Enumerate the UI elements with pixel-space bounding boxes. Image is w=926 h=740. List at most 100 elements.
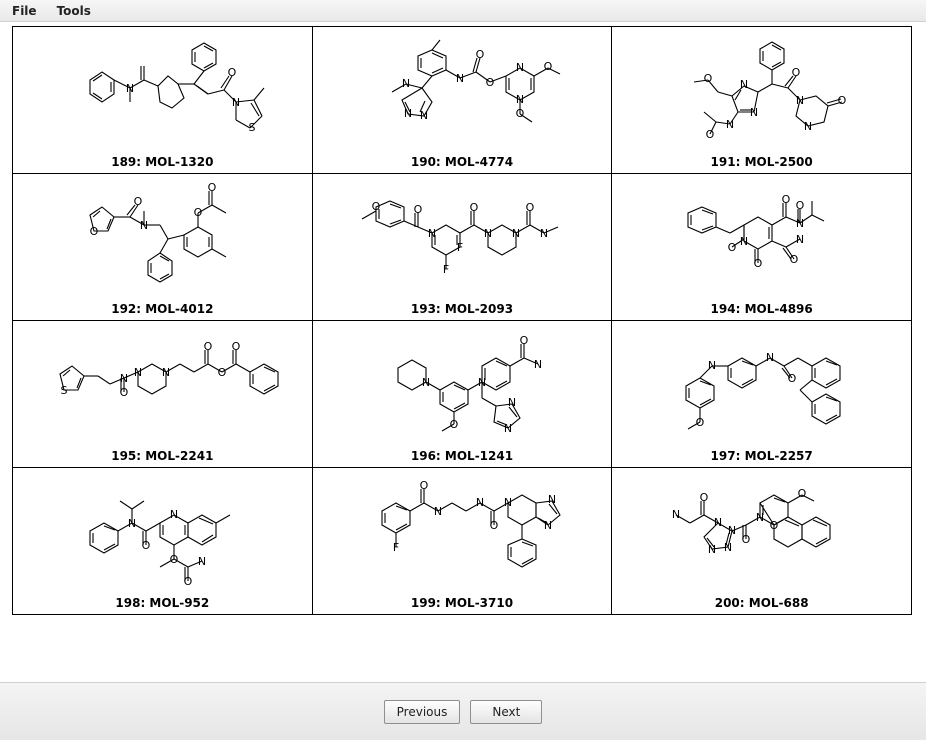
svg-text:N: N — [516, 61, 524, 74]
svg-text:N: N — [796, 94, 804, 107]
molecule-cell[interactable]: NNNNN N OOOO 200: MOL-688 — [612, 468, 912, 615]
svg-text:N: N — [422, 376, 430, 389]
previous-button[interactable]: Previous — [384, 700, 461, 724]
molecule-cell[interactable]: NOO NNN NN OO 190: MOL-4774 — [312, 27, 612, 174]
svg-text:O: O — [544, 60, 553, 73]
molecule-structure: NNN OOO — [13, 468, 312, 594]
svg-text:O: O — [184, 575, 193, 588]
svg-text:N: N — [714, 516, 722, 529]
svg-text:N: N — [672, 508, 680, 521]
svg-text:N: N — [170, 508, 178, 521]
svg-text:O: O — [218, 366, 227, 379]
molecule-structure: OOO NO — [13, 174, 312, 300]
svg-text:O: O — [526, 201, 535, 214]
molecule-cell[interactable]: S NNN OOOO 195: MOL-2241 — [13, 321, 313, 468]
svg-text:F: F — [393, 541, 399, 554]
svg-text:N: N — [232, 96, 240, 109]
svg-text:O: O — [120, 386, 129, 399]
svg-text:N: N — [508, 396, 516, 409]
molecule-label: 199: MOL-3710 — [313, 594, 612, 612]
svg-text:O: O — [142, 539, 151, 552]
svg-text:N: N — [724, 541, 732, 554]
svg-text:O: O — [372, 200, 381, 213]
svg-text:O: O — [791, 66, 800, 79]
svg-text:N: N — [198, 555, 206, 568]
svg-text:N: N — [804, 120, 812, 133]
svg-text:O: O — [476, 48, 485, 61]
svg-text:O: O — [795, 199, 804, 212]
svg-text:O: O — [741, 533, 750, 546]
molecule-structure: NNN NN OO OO — [612, 27, 911, 153]
svg-text:O: O — [520, 334, 529, 347]
svg-text:O: O — [837, 94, 846, 107]
svg-text:N: N — [756, 511, 764, 524]
svg-text:N: N — [796, 233, 804, 246]
svg-text:O: O — [134, 195, 143, 208]
svg-text:N: N — [428, 227, 436, 240]
svg-text:O: O — [490, 519, 499, 532]
svg-text:O: O — [204, 340, 213, 353]
molecule-label: 200: MOL-688 — [612, 594, 911, 612]
molecule-structure: F NNN NN OO — [313, 468, 612, 594]
svg-text:O: O — [228, 66, 237, 79]
svg-text:N: N — [516, 93, 524, 106]
svg-text:N: N — [420, 109, 428, 122]
molecule-cell[interactable]: ONNS 189: MOL-1320 — [13, 27, 313, 174]
svg-text:N: N — [434, 505, 442, 518]
svg-text:N: N — [504, 422, 512, 435]
svg-text:O: O — [789, 253, 798, 266]
svg-text:O: O — [753, 257, 762, 270]
molecule-cell[interactable]: OOO NO 192: MOL-4012 — [13, 174, 313, 321]
svg-text:N: N — [512, 227, 520, 240]
menu-tools[interactable]: Tools — [49, 2, 99, 20]
molecule-cell[interactable]: NNN OOOOO 194: MOL-4896 — [612, 174, 912, 321]
molecule-structure: NNN NN OO — [313, 321, 612, 447]
molecule-structure: OOOO NNNN FF — [313, 174, 612, 300]
molecule-cell[interactable]: NNN NN OO 196: MOL-1241 — [312, 321, 612, 468]
svg-text:O: O — [194, 206, 203, 219]
molecule-cell[interactable]: OOOO NNNN FF 193: MOL-2093 — [312, 174, 612, 321]
svg-text:N: N — [708, 359, 716, 372]
molecule-label: 196: MOL-1241 — [313, 447, 612, 465]
svg-text:O: O — [486, 76, 495, 89]
molecule-cell[interactable]: NNN OOO 198: MOL-952 — [13, 468, 313, 615]
svg-text:N: N — [402, 77, 410, 90]
svg-text:N: N — [478, 376, 486, 389]
svg-text:N: N — [504, 496, 512, 509]
svg-text:S: S — [249, 121, 256, 134]
svg-text:O: O — [787, 372, 796, 385]
svg-text:O: O — [420, 479, 429, 492]
svg-text:O: O — [208, 181, 217, 194]
menu-file[interactable]: File — [4, 2, 45, 20]
svg-text:N: N — [766, 351, 774, 364]
molecule-label: 198: MOL-952 — [13, 594, 312, 612]
svg-text:N: N — [728, 524, 736, 537]
svg-text:O: O — [727, 241, 736, 254]
svg-text:O: O — [90, 225, 99, 238]
svg-text:O: O — [516, 107, 525, 120]
svg-text:O: O — [703, 72, 712, 85]
molecule-structure: NOO NNN NN OO — [313, 27, 612, 153]
molecule-cell[interactable]: F NNN NN OO 199: MOL-3710 — [312, 468, 612, 615]
svg-text:N: N — [404, 107, 412, 120]
svg-text:N: N — [134, 366, 142, 379]
svg-text:N: N — [740, 78, 748, 91]
molecule-label: 191: MOL-2500 — [612, 153, 911, 171]
svg-text:O: O — [695, 416, 704, 429]
molecule-structure: N N O O — [612, 321, 911, 447]
navigation-footer: Previous Next — [0, 682, 926, 740]
next-button[interactable]: Next — [470, 700, 542, 724]
molecule-cell[interactable]: NNN NN OO OO 191: MOL-2500 — [612, 27, 912, 174]
svg-text:N: N — [544, 519, 552, 532]
molecule-grid: ONNS 189: MOL-1320 — [12, 26, 912, 615]
svg-text:O: O — [699, 491, 708, 504]
svg-text:N: N — [128, 517, 136, 530]
molecule-structure: NNNNN N OOOO — [612, 468, 911, 594]
workspace: ONNS 189: MOL-1320 — [0, 22, 926, 682]
svg-text:N: N — [740, 235, 748, 248]
svg-text:F: F — [457, 241, 463, 254]
svg-text:N: N — [140, 219, 148, 232]
molecule-cell[interactable]: NN OO 197: MOL-2257 — [612, 321, 912, 468]
molecule-label: 194: MOL-4896 — [612, 300, 911, 318]
menu-bar: File Tools — [0, 0, 926, 22]
